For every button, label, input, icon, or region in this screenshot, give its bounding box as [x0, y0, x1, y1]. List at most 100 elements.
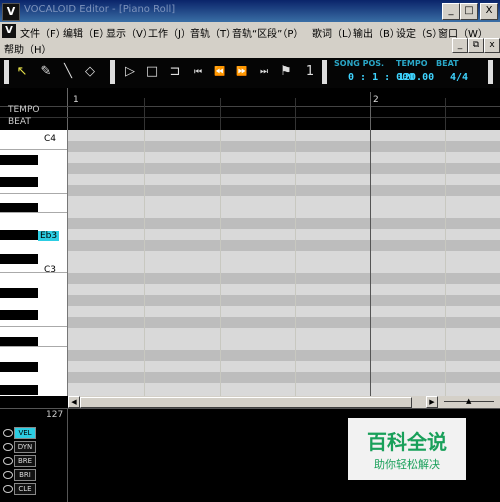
zoom-slider[interactable]: ▲: [440, 396, 498, 406]
key-divider: [0, 149, 67, 150]
stop-icon[interactable]: □: [144, 64, 160, 80]
scroll-left-icon[interactable]: ◀: [68, 396, 80, 408]
menu-job[interactable]: 工作（J）: [148, 25, 191, 40]
black-key[interactable]: [0, 177, 38, 187]
pencil-tool-icon[interactable]: ✎: [38, 64, 54, 80]
fast-forward-icon[interactable]: ⏩: [234, 64, 250, 80]
tempo-value[interactable]: 120.00: [398, 72, 434, 83]
loop-icon[interactable]: ⊐: [167, 64, 183, 80]
grid-row: [68, 240, 500, 251]
eye-icon[interactable]: [3, 457, 13, 465]
toolbar-handle[interactable]: [322, 60, 327, 84]
key-divider: [0, 193, 67, 194]
maximize-button[interactable]: □: [460, 3, 478, 20]
horizontal-scrollbar[interactable]: ◀ ▶ ▲: [68, 396, 500, 408]
black-key[interactable]: [0, 254, 38, 264]
key-divider: [0, 272, 67, 273]
grid-row: [68, 163, 500, 174]
menu-view[interactable]: 显示（V）: [106, 25, 153, 40]
grid-row: [68, 141, 500, 152]
mdi-minimize-button[interactable]: _: [452, 38, 468, 53]
menu-file[interactable]: 文件（F）: [20, 25, 66, 40]
go-to-start-icon[interactable]: ⏮: [190, 64, 206, 80]
black-key[interactable]: [0, 310, 38, 320]
grid-row: [68, 218, 500, 229]
watermark-title: 百科全说: [367, 430, 447, 454]
black-key[interactable]: [0, 385, 38, 395]
play-icon[interactable]: ▷: [122, 64, 138, 80]
divider: [67, 88, 68, 130]
eye-icon[interactable]: [3, 471, 13, 479]
menu-part[interactable]: 音轨“区段”（P）: [232, 25, 303, 40]
beat-line: [445, 98, 446, 130]
divider: [67, 408, 68, 502]
key-label-c3: C3: [44, 265, 57, 275]
zoom-thumb-icon[interactable]: ▲: [466, 397, 471, 405]
beat-line: [295, 130, 296, 396]
eraser-tool-icon[interactable]: ◇: [82, 64, 98, 80]
key-divider: [0, 212, 67, 213]
piano-roll-grid[interactable]: [68, 130, 500, 396]
toolbar-handle[interactable]: [488, 60, 493, 84]
divider: [0, 408, 500, 409]
eye-icon[interactable]: [3, 485, 13, 493]
ruler: TEMPO BEAT 1 2: [0, 88, 500, 130]
divider: [0, 117, 500, 118]
rewind-icon[interactable]: ⏪: [212, 64, 228, 80]
key-label-eb3: Eb3: [38, 231, 60, 241]
beat-line: [144, 130, 145, 396]
toolbar-handle[interactable]: [110, 60, 115, 84]
tempo-track-label: TEMPO: [8, 105, 40, 115]
vel-button[interactable]: VEL: [14, 427, 36, 439]
menu-output[interactable]: 输出（B）: [353, 25, 400, 40]
scroll-thumb[interactable]: [80, 397, 412, 408]
menu-track[interactable]: 音轨（T）: [190, 25, 236, 40]
watermark-logo: 百科全说 助你轻松解决: [348, 418, 466, 480]
beat-line: [220, 130, 221, 396]
grid-row: [68, 317, 500, 328]
line-tool-icon[interactable]: ╲: [60, 64, 76, 80]
eye-icon[interactable]: [3, 443, 13, 451]
app-icon[interactable]: V: [2, 3, 20, 21]
scroll-right-icon[interactable]: ▶: [426, 396, 438, 408]
beat-value[interactable]: 4/4: [450, 72, 468, 83]
black-key[interactable]: [0, 155, 38, 165]
dyn-button[interactable]: DYN: [14, 441, 36, 453]
bar-line: [370, 130, 371, 396]
cle-button[interactable]: CLE: [14, 483, 36, 495]
mdi-close-button[interactable]: x: [484, 38, 500, 53]
black-key[interactable]: [0, 288, 38, 298]
toolbar: ↖ ✎ ╲ ◇ ▷ □ ⊐ ⏮ ⏪ ⏩ ⏭ ⚑ 1 SONG POS. 0 : …: [0, 58, 500, 89]
key-divider: [0, 326, 67, 327]
go-to-end-icon[interactable]: ⏭: [256, 64, 272, 80]
eye-icon[interactable]: [3, 429, 13, 437]
black-key[interactable]: [0, 362, 38, 372]
title-bar: V VOCALOID Editor - [Piano Roll] _ □ X: [0, 0, 500, 22]
bre-button[interactable]: BRE: [14, 455, 36, 467]
watermark-subtitle: 助你轻松解决: [374, 458, 440, 471]
beat-line: [295, 98, 296, 130]
grid-row: [68, 350, 500, 361]
black-key[interactable]: [0, 230, 38, 240]
end-marker-icon[interactable]: 1: [302, 64, 318, 80]
minimize-button[interactable]: _: [442, 3, 460, 20]
arrow-tool-icon[interactable]: ↖: [14, 64, 30, 80]
toolbar-handle[interactable]: [4, 60, 9, 84]
mdi-restore-button[interactable]: ⧉: [468, 38, 484, 53]
start-marker-icon[interactable]: ⚑: [278, 64, 294, 80]
tempo-label: TEMPO: [396, 59, 428, 68]
window-title: VOCALOID Editor - [Piano Roll]: [24, 4, 176, 15]
close-button[interactable]: X: [480, 3, 498, 20]
piano-keyboard[interactable]: C4 Eb3 C3: [0, 130, 68, 396]
beat-line: [220, 98, 221, 130]
child-window-icon[interactable]: V: [2, 24, 16, 38]
menu-help[interactable]: 帮助（H）: [4, 41, 52, 56]
bri-button[interactable]: BRI: [14, 469, 36, 481]
menu-lyrics[interactable]: 歌词（L）: [312, 25, 358, 40]
grid-row: [68, 273, 500, 284]
menu-edit[interactable]: 编辑（E）: [63, 25, 109, 40]
controller-max-value: 127: [46, 410, 64, 420]
menu-settings[interactable]: 设定（S）: [396, 25, 442, 40]
grid-row: [68, 185, 500, 196]
divider: [0, 106, 500, 107]
